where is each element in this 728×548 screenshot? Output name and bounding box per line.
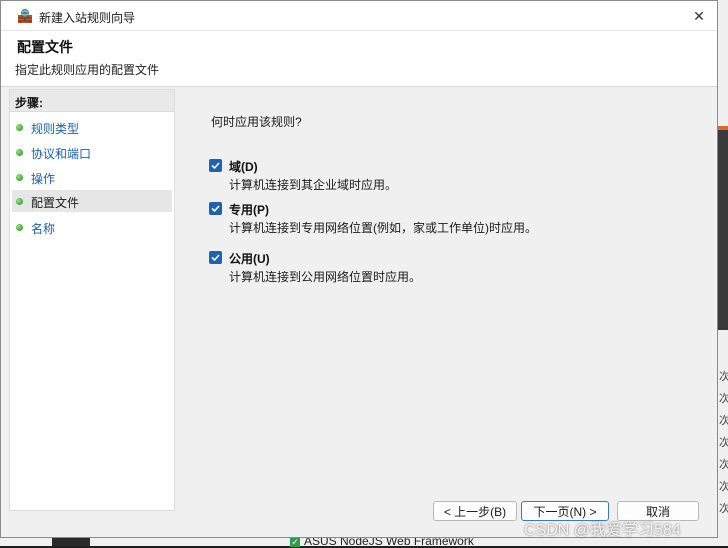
page-title: 配置文件 <box>17 39 73 55</box>
step-label: 名称 <box>31 222 56 236</box>
background-row-glyph: 次 <box>719 458 728 471</box>
background-row-glyph: 次 <box>719 480 728 493</box>
step-protocol-port[interactable]: 协议和端口 <box>12 141 172 163</box>
firewall-app-icon <box>17 8 33 24</box>
checkbox-icon: ✓ <box>290 536 300 547</box>
step-label: 配置文件 <box>31 196 80 210</box>
status-dot-icon <box>16 198 23 205</box>
background-row-glyph: 次 <box>719 414 728 427</box>
checkmark-icon <box>211 254 220 262</box>
checkmark-icon <box>211 205 220 213</box>
wizard-dialog: 新建入站规则向导 ✕ 配置文件 指定此规则应用的配置文件 步骤: 规则类型 协议… <box>0 0 718 538</box>
background-row-glyph: 次 <box>719 392 728 405</box>
steps-panel: 步骤: 规则类型 协议和端口 操作 配置文件 名称 <box>9 89 175 511</box>
steps-heading-label: 步骤: <box>15 96 43 110</box>
option-label: 域(D) <box>229 160 258 174</box>
page-header: 配置文件 指定此规则应用的配置文件 <box>1 31 717 87</box>
option-description: 计算机连接到专用网络位置(例如，家或工作单位)时应用。 <box>229 221 537 235</box>
page-subtitle: 指定此规则应用的配置文件 <box>15 63 160 77</box>
status-dot-icon <box>16 149 23 156</box>
public-checkbox[interactable] <box>209 251 222 264</box>
option-description: 计算机连接到公用网络位置时应用。 <box>229 270 422 284</box>
step-rule-type[interactable]: 规则类型 <box>12 116 172 138</box>
step-label: 规则类型 <box>31 122 80 136</box>
step-label: 协议和端口 <box>31 147 92 161</box>
content-panel: 何时应用该规则? 域(D) 计算机连接到其企业域时应用。 专用(P) 计算机连接… <box>177 89 717 521</box>
status-dot-icon <box>16 224 23 231</box>
close-button[interactable]: ✕ <box>687 5 711 27</box>
window-title: 新建入站规则向导 <box>39 11 136 25</box>
close-icon: ✕ <box>693 7 705 24</box>
steps-heading: 步骤: <box>10 90 174 112</box>
step-action[interactable]: 操作 <box>12 166 172 188</box>
status-dot-icon <box>16 174 23 181</box>
checkmark-icon <box>211 162 220 170</box>
background-row-glyph: 次 <box>719 370 728 383</box>
question-text: 何时应用该规则? <box>211 115 302 129</box>
step-profile[interactable]: 配置文件 <box>12 190 172 212</box>
domain-checkbox[interactable] <box>209 159 222 172</box>
background-row-glyph: 次 <box>719 436 728 449</box>
step-name[interactable]: 名称 <box>12 216 172 238</box>
background-row-glyph: 次 <box>719 502 728 515</box>
option-label: 公用(U) <box>229 252 270 266</box>
background-dark-tile <box>52 538 90 546</box>
option-label: 专用(P) <box>229 203 269 217</box>
step-label: 操作 <box>31 172 56 186</box>
title-bar: 新建入站规则向导 ✕ <box>1 1 717 31</box>
back-button[interactable]: < 上一步(B) <box>433 501 517 521</box>
status-dot-icon <box>16 124 23 131</box>
option-description: 计算机连接到其企业域时应用。 <box>229 178 398 192</box>
private-checkbox[interactable] <box>209 202 222 215</box>
background-dark-panel <box>718 130 728 330</box>
watermark-text: CSDN @我爱学习584 <box>524 522 681 539</box>
